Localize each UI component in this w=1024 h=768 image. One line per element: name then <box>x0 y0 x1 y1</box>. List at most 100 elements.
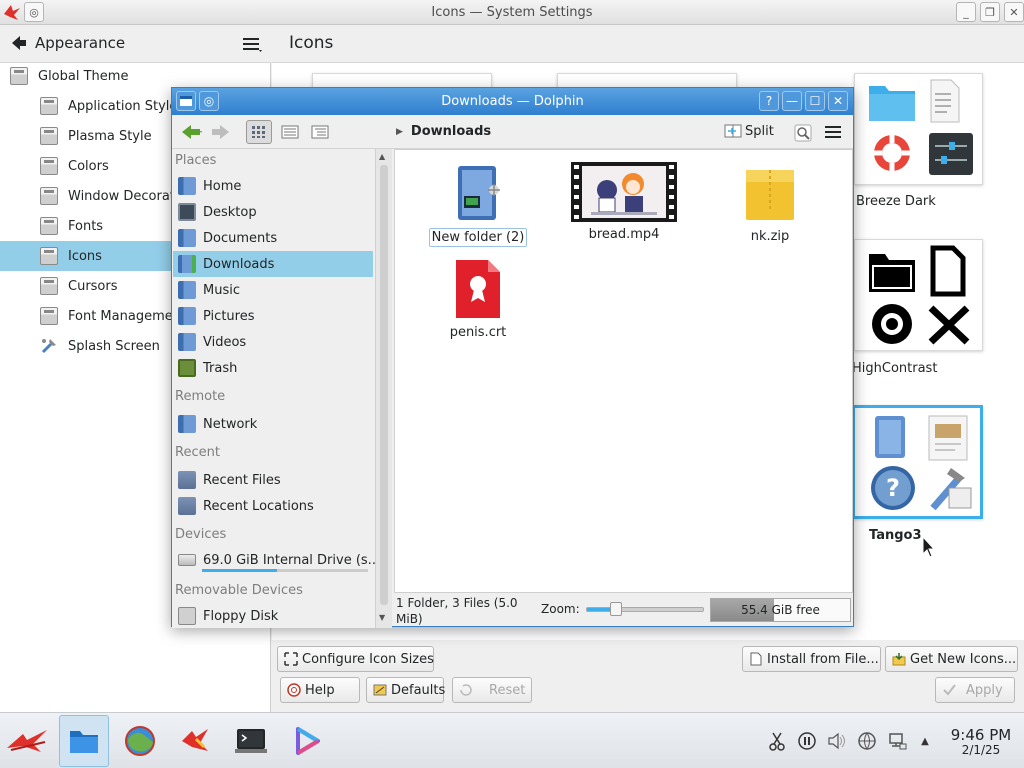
place-item-downloads[interactable]: Downloads <box>173 251 373 277</box>
dolphin-window: ◎ Downloads — Dolphin ? — ☐ ✕ ▶ Download… <box>171 87 854 628</box>
sidebar-item-label: Global Theme <box>38 68 129 84</box>
details-view-button[interactable] <box>307 120 333 144</box>
mouse-cursor-icon <box>922 535 936 564</box>
close-button[interactable]: ✕ <box>1004 2 1024 22</box>
place-item-home[interactable]: Home <box>173 173 373 199</box>
scroll-up-icon[interactable]: ▲ <box>379 152 385 161</box>
split-button[interactable]: Split <box>724 123 774 139</box>
defaults-button[interactable]: Defaults <box>366 677 446 703</box>
places-scrollbar[interactable]: ▲ ▼ <box>375 149 392 628</box>
certificate-icon <box>456 260 500 318</box>
scissors-icon[interactable] <box>767 731 787 751</box>
window-title: Downloads — Dolphin <box>441 94 584 109</box>
place-item-desktop[interactable]: Desktop <box>173 199 373 225</box>
place-item-pictures[interactable]: Pictures <box>173 303 373 329</box>
help-button[interactable]: Help <box>280 677 360 703</box>
get-new-icons-button[interactable]: Get New Icons... <box>885 646 1018 672</box>
fonts-icon <box>40 217 58 235</box>
minimize-button[interactable]: _ <box>956 2 976 22</box>
plasma-style-icon <box>40 127 58 145</box>
clock-time[interactable]: 9:46 PM <box>941 726 1021 744</box>
button-label: Reset <box>489 682 526 698</box>
place-item-network[interactable]: Network <box>173 411 373 437</box>
back-button[interactable] <box>178 120 204 144</box>
minimize-button[interactable]: — <box>782 91 802 111</box>
checkmark-icon <box>943 684 956 696</box>
scrollbar-thumb[interactable] <box>380 165 388 605</box>
zoom-label: Zoom: <box>541 602 580 616</box>
maximize-button[interactable]: ☐ <box>805 91 825 111</box>
file-view[interactable]: New folder (2) bread.mp4 nk.zip penis.cr… <box>394 149 853 593</box>
hamburger-menu-icon[interactable] <box>824 124 842 144</box>
dolphin-titlebar[interactable]: ◎ Downloads — Dolphin ? — ☐ ✕ <box>172 88 853 115</box>
forward-button[interactable] <box>208 120 234 144</box>
hamburger-menu-icon[interactable] <box>242 35 262 57</box>
reset-button[interactable]: Reset <box>452 677 532 703</box>
task-terminal[interactable] <box>226 715 276 767</box>
section-header-recent: Recent <box>175 445 220 460</box>
install-from-file-button[interactable]: Install from File... <box>742 646 881 672</box>
theme-card-breeze-dark[interactable] <box>854 73 983 185</box>
task-app[interactable] <box>170 715 220 767</box>
expand-tray-icon[interactable]: ▲ <box>915 731 935 751</box>
settings-titlebar[interactable]: ◎ Icons — System Settings _ ❐ ✕ <box>0 0 1024 25</box>
display-icon[interactable] <box>887 731 907 751</box>
place-item-trash[interactable]: Trash <box>173 355 373 381</box>
reset-icon <box>460 684 472 696</box>
zoom-slider[interactable] <box>586 602 704 616</box>
application-launcher[interactable] <box>3 715 53 767</box>
help-icon[interactable]: ? <box>759 91 779 111</box>
place-label: Trash <box>203 360 238 376</box>
button-label: Get New Icons... <box>910 651 1017 667</box>
place-item-floppy[interactable]: Floppy Disk <box>173 605 373 627</box>
task-dolphin[interactable] <box>59 715 109 767</box>
place-item-music[interactable]: Music <box>173 277 373 303</box>
network-icon[interactable] <box>857 731 877 751</box>
search-icon[interactable] <box>794 124 812 146</box>
drive-usage-fill <box>202 569 277 572</box>
icons-view-button[interactable] <box>246 120 272 144</box>
zoom-slider-handle[interactable] <box>610 602 622 616</box>
file-item-folder[interactable]: New folder (2) <box>423 162 533 247</box>
configure-icon-sizes-button[interactable]: Configure Icon Sizes <box>277 646 434 672</box>
tango3-preview-icon: ? <box>871 415 972 511</box>
place-item-recent-files[interactable]: Recent Files <box>173 467 373 493</box>
button-label: Defaults <box>391 682 446 698</box>
pause-icon[interactable] <box>797 731 817 751</box>
task-browser[interactable] <box>115 715 165 767</box>
breadcrumb-current[interactable]: Downloads <box>411 124 491 139</box>
forward-arrow-icon <box>212 125 229 139</box>
theme-name: Tango3 <box>869 528 922 543</box>
place-item-documents[interactable]: Documents <box>173 225 373 251</box>
volume-icon[interactable] <box>827 731 847 751</box>
button-label: Configure Icon Sizes <box>302 651 434 667</box>
close-button[interactable]: ✕ <box>828 91 848 111</box>
application-style-icon <box>40 97 58 115</box>
button-label: Apply <box>966 682 1003 698</box>
file-item-archive[interactable]: nk.zip <box>715 162 825 245</box>
button-label: Help <box>305 682 335 698</box>
file-item-certificate[interactable]: penis.crt <box>423 258 533 341</box>
free-space-indicator[interactable]: 55.4 GiB free <box>710 598 851 622</box>
place-item-videos[interactable]: Videos <box>173 329 373 355</box>
apply-button[interactable]: Apply <box>935 677 1015 703</box>
breadcrumb[interactable]: ▶ Downloads <box>396 124 491 139</box>
clock-date[interactable]: 2/1/25 <box>941 743 1021 757</box>
place-item-recent-locations[interactable]: Recent Locations <box>173 493 373 519</box>
drive-usage-bar <box>202 569 368 572</box>
dolphin-toolbar: ▶ Downloads Split <box>172 115 853 149</box>
scroll-down-icon[interactable]: ▼ <box>379 613 385 622</box>
maximize-button[interactable]: ❐ <box>980 2 1000 22</box>
theme-card-tango3[interactable]: ? <box>852 405 983 519</box>
compact-view-button[interactable] <box>277 120 303 144</box>
theme-card-highcontrast[interactable] <box>854 239 983 351</box>
file-name: New folder (2) <box>428 228 528 247</box>
button-label: Install from File... <box>767 651 879 667</box>
theme-name: HighContrast <box>852 361 938 376</box>
back-arrow-icon[interactable] <box>10 34 28 56</box>
zip-archive-icon <box>746 170 794 220</box>
sidebar-item-label: Plasma Style <box>68 128 152 144</box>
task-media-player[interactable] <box>282 715 332 767</box>
file-item-video[interactable]: bread.mp4 <box>569 162 679 243</box>
font-management-icon <box>40 307 58 325</box>
